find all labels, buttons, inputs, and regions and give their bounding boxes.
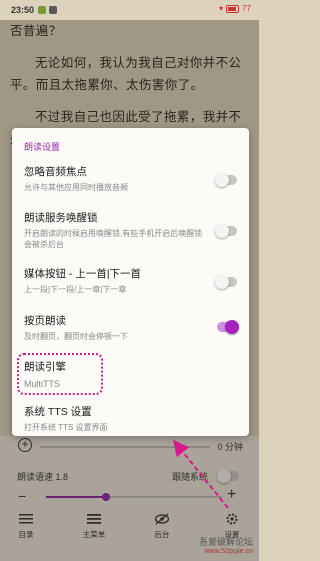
watermark-url: www.52pojie.cn	[204, 548, 253, 555]
dialog-title: 朗读设置	[24, 142, 61, 152]
read-aloud-settings-dialog: 朗读设置 忽略音频焦点 允许与其他应用同时播放音频 朗读服务唤醒锁 开启朗读的时…	[12, 128, 249, 436]
option-title: 忽略音频焦点	[24, 166, 87, 178]
toggle-knob	[215, 224, 229, 238]
toggle-knob	[215, 275, 229, 289]
option-title: 朗读服务唤醒锁	[24, 212, 98, 224]
watermark: 吾爱破解论坛 www.52pojie.cn	[199, 537, 253, 557]
notification-icon	[38, 6, 46, 14]
status-bar: 23:50 ▾ 77	[0, 0, 259, 20]
wake-lock-toggle[interactable]	[215, 224, 237, 238]
read-by-page-toggle[interactable]	[217, 320, 239, 334]
ignore-audio-focus-toggle[interactable]	[215, 173, 237, 187]
option-title: 按页朗读	[24, 315, 66, 327]
option-system-tts-settings[interactable]: 系统 TTS 设置 打开系统 TTS 设置界面	[24, 404, 239, 433]
battery-icon	[226, 4, 240, 13]
status-time: 23:50	[11, 5, 35, 15]
battery-level: 77	[242, 4, 251, 13]
option-wake-lock[interactable]: 朗读服务唤醒锁 开启朗读的时候启用唤醒锁,有些手机开启后唤醒锁会被杀后台	[24, 210, 239, 250]
watermark-title: 吾爱破解论坛	[198, 537, 253, 547]
option-ignore-audio-focus[interactable]: 忽略音频焦点 允许与其他应用同时播放音频	[24, 164, 239, 193]
option-title: 系统 TTS 设置	[24, 406, 92, 418]
status-icons: ▾ 77	[219, 4, 251, 13]
option-read-by-page[interactable]: 按页朗读 及时翻页，翻页时会停顿一下	[24, 313, 239, 342]
option-subtitle: 允许与其他应用同时播放音频	[24, 183, 128, 192]
option-subtitle: 及时翻页，翻页时会停顿一下	[24, 332, 128, 341]
option-subtitle: 开启朗读的时候启用唤醒锁,有些手机开启后唤醒锁会被杀后台	[24, 229, 203, 249]
media-button-toggle[interactable]	[215, 275, 237, 289]
wifi-icon: ▾	[219, 4, 224, 13]
option-subtitle: 打开系统 TTS 设置界面	[24, 423, 108, 432]
highlight-annotation	[17, 353, 103, 395]
toggle-knob	[215, 173, 229, 187]
notification-icon	[49, 6, 57, 14]
option-title: 媒体按钮 - 上一首|下一首	[24, 268, 142, 280]
option-subtitle: 上一段|下一段/上一章|下一章	[24, 285, 127, 294]
option-media-button[interactable]: 媒体按钮 - 上一首|下一首 上一段|下一段/上一章|下一章	[24, 266, 239, 295]
toggle-knob	[225, 320, 239, 334]
